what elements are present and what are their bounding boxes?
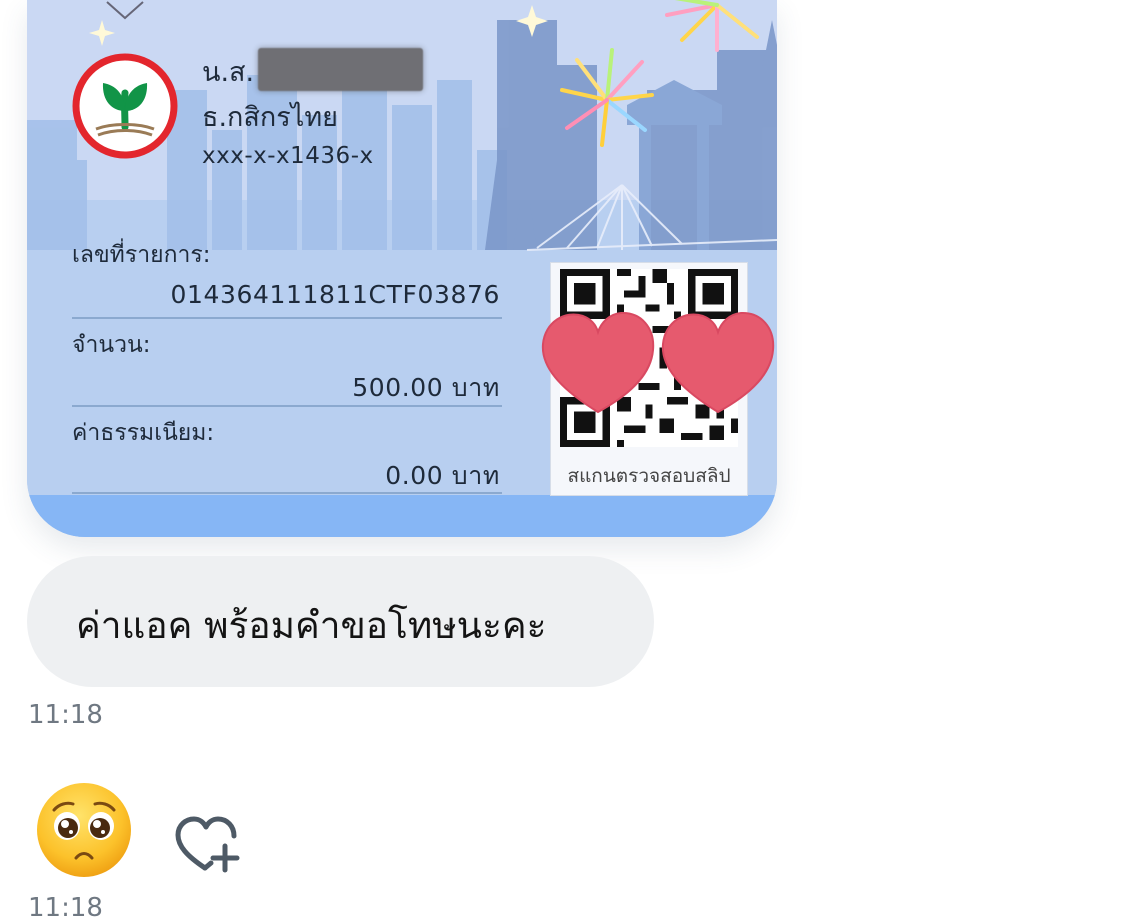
kasikorn-bank-logo bbox=[72, 53, 178, 159]
message-text: ค่าแอค พร้อมคำขอโทษนะคะ bbox=[76, 604, 547, 647]
amount-label: จำนวน: bbox=[72, 332, 151, 358]
sender-name-prefix: น.ส. bbox=[202, 57, 255, 88]
message-timestamp: 11:18 bbox=[28, 893, 103, 923]
sender-account-number: xxx-x-x1436-x bbox=[202, 143, 374, 169]
heart-sticker-icon bbox=[661, 311, 775, 414]
divider bbox=[72, 405, 502, 407]
heart-sticker-icon bbox=[541, 311, 655, 414]
divider bbox=[72, 492, 502, 494]
slip-bottom-bar bbox=[27, 495, 777, 537]
message-bubble[interactable]: ค่าแอค พร้อมคำขอโทษนะคะ bbox=[27, 556, 654, 687]
fee-value: 0.00 บาท bbox=[385, 461, 500, 490]
qr-caption: สแกนตรวจสอบสลิป bbox=[567, 465, 731, 487]
pleading-face-emoji[interactable] bbox=[34, 780, 134, 880]
divider bbox=[72, 317, 502, 319]
transaction-id-label: เลขที่รายการ: bbox=[72, 242, 211, 268]
message-timestamp: 11:18 bbox=[28, 700, 103, 730]
redacted-name-block bbox=[258, 48, 423, 91]
heart-plus-icon[interactable] bbox=[175, 816, 241, 874]
transfer-slip-image[interactable]: น.ส. ธ.กสิกรไทย xxx-x-x1436-x เลขที่รายก… bbox=[27, 0, 777, 537]
sender-bank-name: ธ.กสิกรไทย bbox=[202, 102, 338, 133]
fee-label: ค่าธรรมเนียม: bbox=[72, 420, 215, 446]
amount-value: 500.00 บาท bbox=[352, 373, 500, 402]
transaction-id-value: 014364111811CTF03876 bbox=[170, 280, 500, 309]
